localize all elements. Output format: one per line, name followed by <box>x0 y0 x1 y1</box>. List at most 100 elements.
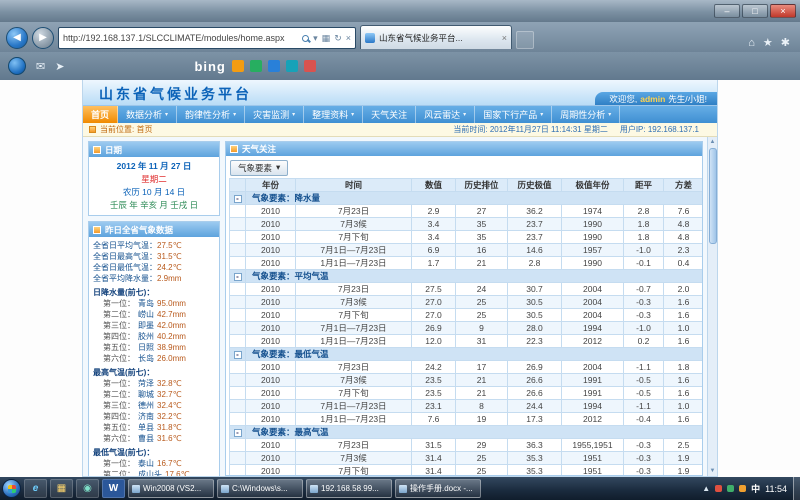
mail-icon[interactable]: ✉ <box>36 60 45 73</box>
nav-item-4[interactable]: 灾害监测▾ <box>245 106 304 123</box>
table-row[interactable]: 20107月下旬31.42535.31951-0.31.9 <box>230 464 703 475</box>
table-row[interactable]: 20107月1日—7月23日23.1824.41994-1.11.0 <box>230 399 703 412</box>
table-row[interactable]: 20107月下旬27.02530.52004-0.31.6 <box>230 308 703 321</box>
ie-taskbar-icon[interactable]: e <box>24 479 47 498</box>
compatibility-view-icon[interactable]: ▦ <box>322 33 331 44</box>
toolbar-plugin-icon-2[interactable] <box>268 60 280 72</box>
hidden-icons-chevron[interactable]: ▲ <box>702 484 710 493</box>
word-taskbar-icon[interactable]: W <box>102 479 125 498</box>
taskbar-button-2[interactable]: C:\Windows\s... <box>217 479 303 498</box>
table-cell: 24.4 <box>508 399 562 412</box>
taskbar-button-1[interactable]: Win2008 (VS2... <box>128 479 214 498</box>
taskbar-button-label: Win2008 (VS2... <box>143 484 201 493</box>
weather-group-item: 第五位：单县31.8℃ <box>93 422 215 433</box>
home-icon[interactable]: ⌂ <box>748 37 755 49</box>
address-bar[interactable]: http://192.168.137.1/SLCCLIMATE/modules/… <box>58 27 356 49</box>
table-section-row[interactable]: -气象要素：平均气温 <box>230 269 703 282</box>
search-dropdown-icon[interactable]: ▾ <box>313 33 318 44</box>
nav-item-7[interactable]: 风云雷达▾ <box>416 106 475 123</box>
window-minimize-button[interactable]: – <box>714 4 740 18</box>
toolbar-plugin-icon-1[interactable] <box>250 60 262 72</box>
taskbar-button-3[interactable]: 192.168.58.99... <box>306 479 392 498</box>
collapse-icon[interactable]: - <box>234 429 242 437</box>
browser-forward-button[interactable]: ▶ <box>32 27 54 49</box>
table-row[interactable]: 20107月1日—7月23日6.91614.61957-1.02.3 <box>230 243 703 256</box>
vertical-scrollbar[interactable]: ▲ ▼ <box>707 137 717 476</box>
table-cell: -0.5 <box>624 373 664 386</box>
nav-item-1[interactable]: 首页 <box>83 106 118 123</box>
scroll-down-icon[interactable]: ▼ <box>710 466 716 476</box>
table-row[interactable]: 20107月下旬23.52126.61991-0.51.6 <box>230 386 703 399</box>
table-row[interactable]: 20101月1日—7月23日1.7212.81990-0.10.4 <box>230 256 703 269</box>
table-row[interactable]: 20107月23日2.92736.219742.87.6 <box>230 204 703 217</box>
table-row[interactable]: 20107月23日24.21726.92004-1.11.8 <box>230 360 703 373</box>
table-section-row[interactable]: -气象要素：最低气温 <box>230 347 703 360</box>
collapse-icon[interactable]: - <box>234 195 242 203</box>
table-row[interactable]: 20107月1日—7月23日26.9928.01994-1.01.0 <box>230 321 703 334</box>
start-button[interactable] <box>2 479 21 498</box>
toolbar-plugin-icon-4[interactable] <box>304 60 316 72</box>
explorer-taskbar-icon[interactable]: ▦ <box>50 479 73 498</box>
station-value: 42.7mm <box>157 309 186 320</box>
taskbar-button-label: 操作手册.docx -... <box>410 483 473 494</box>
search-icon[interactable] <box>302 35 309 42</box>
element-filter-button[interactable]: 气象要素 ▾ <box>230 160 288 176</box>
taskbar-clock[interactable]: 11:54 <box>765 484 787 494</box>
table-cell: 19 <box>456 412 508 425</box>
content-columns: 日期 2012 年 11 月 27 日 星期二 农历 10 月 14 日 壬辰 … <box>83 137 717 476</box>
summary-label: 全省日最低气温： <box>93 262 157 273</box>
table-row[interactable]: 20101月1日—7月23日7.61917.32012-0.41.6 <box>230 412 703 425</box>
rank-label: 第六位： <box>103 433 135 444</box>
table-row[interactable]: 20107月23日31.52936.31955,1951-0.32.5 <box>230 438 703 451</box>
table-row[interactable]: 20107月下旬3.43523.719901.84.8 <box>230 230 703 243</box>
show-desktop-button[interactable] <box>793 477 800 500</box>
new-tab-button[interactable] <box>516 31 534 49</box>
table-row[interactable]: 20107月3候31.42535.31951-0.31.9 <box>230 451 703 464</box>
browser-controls: ⌂ ★ ✱ <box>748 36 794 49</box>
table-row[interactable]: 20107月23日27.52430.72004-0.72.0 <box>230 282 703 295</box>
scroll-up-icon[interactable]: ▲ <box>710 137 716 147</box>
tray-app-icon-2[interactable] <box>727 485 734 492</box>
nav-item-6[interactable]: 天气关注 <box>363 106 416 123</box>
gear-icon[interactable]: ✱ <box>781 36 790 49</box>
taskbar-button-4[interactable]: 操作手册.docx -... <box>395 479 481 498</box>
scrollbar-thumb[interactable] <box>709 148 717 244</box>
user-ip-label: 用户IP: 192.168.137.1 <box>620 124 699 135</box>
table-row[interactable]: 20107月3候27.02530.52004-0.31.6 <box>230 295 703 308</box>
media-taskbar-icon[interactable]: ◉ <box>76 479 99 498</box>
toolbar-plugin-icon-3[interactable] <box>286 60 298 72</box>
window-close-button[interactable]: × <box>770 4 796 18</box>
browser-back-button[interactable]: ◀ <box>6 27 28 49</box>
table-cell: 2010 <box>246 334 296 347</box>
table-cell: 2.3 <box>664 243 703 256</box>
favorites-star-icon[interactable]: ★ <box>763 36 773 49</box>
table-cell: 2012 <box>562 412 624 425</box>
table-row[interactable]: 20107月3候3.43523.719901.84.8 <box>230 217 703 230</box>
collapse-icon[interactable]: - <box>234 351 242 359</box>
bing-logo[interactable]: bing <box>194 59 225 74</box>
ime-indicator[interactable]: 中 <box>751 482 760 495</box>
nav-item-2[interactable]: 数据分析▾ <box>118 106 177 123</box>
station-value: 26.0mm <box>157 353 186 364</box>
bing-button-icon[interactable] <box>232 60 244 72</box>
collapse-icon[interactable]: - <box>234 273 242 281</box>
tab-close-icon[interactable]: × <box>502 33 507 43</box>
table-row[interactable]: 20101月1日—7月23日12.03122.320120.21.6 <box>230 334 703 347</box>
nav-item-3[interactable]: 韵律性分析▾ <box>177 106 245 123</box>
nav-item-9[interactable]: 周期性分析▾ <box>552 106 620 123</box>
refresh-icon[interactable]: ↻ <box>334 33 342 44</box>
nav-item-8[interactable]: 国家下行产品▾ <box>475 106 552 123</box>
nav-item-5[interactable]: 整理资料▾ <box>304 106 363 123</box>
nav-item-label: 灾害监测 <box>253 108 289 121</box>
window-maximize-button[interactable]: □ <box>742 4 768 18</box>
tray-app-icon-3[interactable] <box>739 485 746 492</box>
stop-icon[interactable]: × <box>346 33 351 43</box>
browser-tab[interactable]: 山东省气候业务平台... × <box>360 25 512 49</box>
send-icon[interactable]: ➤ <box>55 60 64 73</box>
toolbar-app-icon[interactable] <box>8 57 26 75</box>
table-cell: 2010 <box>246 308 296 321</box>
table-section-row[interactable]: -气象要素：最高气温 <box>230 425 703 438</box>
tray-app-icon-1[interactable] <box>715 485 722 492</box>
table-row[interactable]: 20107月3候23.52126.61991-0.51.6 <box>230 373 703 386</box>
table-section-row[interactable]: -气象要素：降水量 <box>230 191 703 204</box>
